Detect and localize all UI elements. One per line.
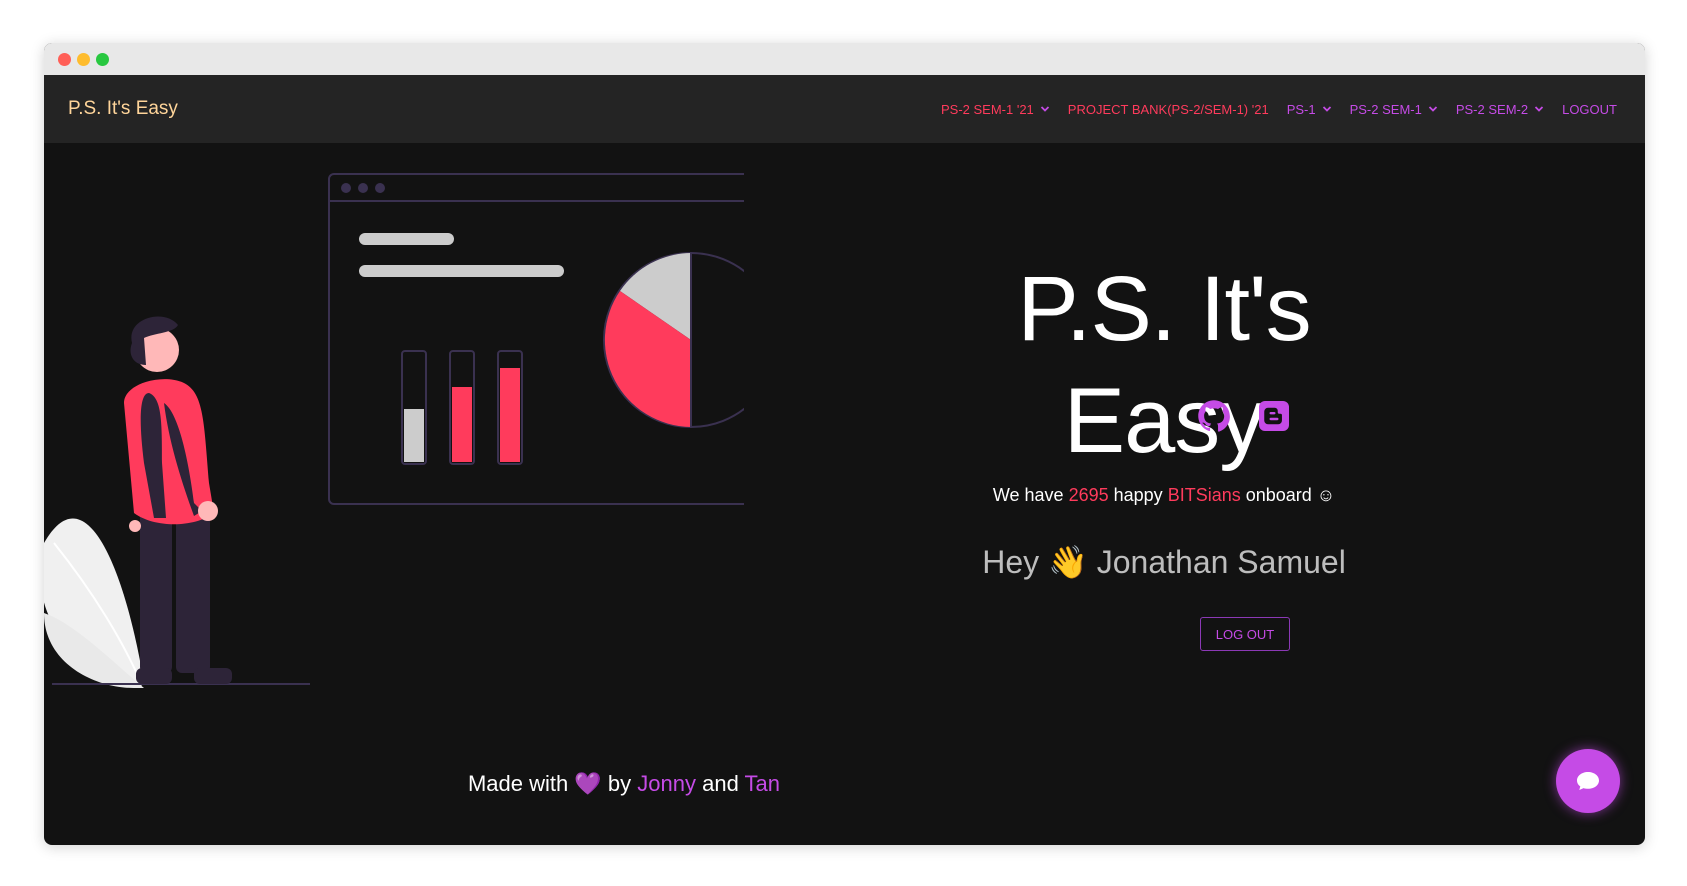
nav-item-label: PS-2 SEM-1 — [1349, 101, 1422, 117]
stats-prefix: We have — [992, 485, 1064, 505]
nav-item-ps1[interactable]: PS-1 — [1287, 102, 1332, 117]
social-links — [1196, 398, 1292, 434]
chevron-down-icon — [1534, 106, 1544, 112]
nav-item-ps2-sem2[interactable]: PS-2 SEM-2 — [1456, 102, 1544, 117]
browser-window: P.S. It's Easy PS-2 SEM-1 '21 PROJECT BA… — [44, 43, 1645, 845]
nav-item-ps2-sem1-21[interactable]: PS-2 SEM-1 '21 — [941, 102, 1050, 117]
minimize-window-button[interactable] — [77, 53, 90, 66]
nav-item-label: PS-2 SEM-1 '21 — [940, 101, 1034, 117]
nav-item-label: PS-1 — [1286, 101, 1316, 117]
greeting-hey: Hey — [982, 544, 1040, 580]
close-window-button[interactable] — [58, 53, 71, 66]
user-count-text: We have 2695 happy BITSians onboard ☺ — [914, 485, 1414, 506]
github-icon[interactable] — [1196, 398, 1232, 434]
footer-by: by — [607, 771, 632, 796]
user-name: Jonathan Samuel — [1096, 544, 1346, 580]
footer-credits: Made with 💜 by Jonny and Tan — [44, 771, 1204, 797]
user-count: 2695 — [1068, 485, 1109, 505]
footer-made-with: Made with — [467, 771, 569, 796]
logout-button[interactable]: LOG OUT — [1200, 617, 1290, 651]
stats-middle: happy — [1113, 485, 1163, 505]
window-titlebar — [44, 43, 1645, 75]
navbar: P.S. It's Easy PS-2 SEM-1 '21 PROJECT BA… — [44, 75, 1645, 143]
chevron-down-icon — [1040, 106, 1049, 112]
dashboard-illustration — [44, 173, 744, 688]
nav-item-label: LOGOUT — [1562, 101, 1617, 117]
chat-button[interactable] — [1556, 749, 1620, 813]
maximize-window-button[interactable] — [96, 53, 109, 66]
nav-item-label: PROJECT BANK(PS-2/SEM-1) '21 — [1067, 101, 1269, 117]
footer-and: and — [702, 771, 739, 796]
chat-bubble-icon — [1577, 772, 1599, 790]
blogger-icon[interactable] — [1256, 398, 1292, 434]
nav-item-ps2-sem1[interactable]: PS-2 SEM-1 — [1350, 102, 1438, 117]
nav-item-logout[interactable]: LOGOUT — [1562, 102, 1617, 117]
wave-emoji-icon: 👋 — [1048, 544, 1088, 580]
nav-menu: PS-2 SEM-1 '21 PROJECT BANK(PS-2/SEM-1) … — [941, 75, 1617, 143]
user-greeting: Hey 👋 Jonathan Samuel — [914, 543, 1414, 581]
nav-item-project-bank[interactable]: PROJECT BANK(PS-2/SEM-1) '21 — [1068, 102, 1269, 117]
bitsians-label: BITSians — [1167, 485, 1241, 505]
author-link-tan[interactable]: Tan — [745, 771, 780, 796]
page-title: P.S. It's Easy — [1017, 258, 1311, 472]
nav-item-label: PS-2 SEM-2 — [1455, 101, 1529, 117]
author-link-jonny[interactable]: Jonny — [637, 771, 696, 796]
chevron-down-icon — [1428, 106, 1437, 112]
heart-icon: 💜 — [574, 771, 602, 796]
chevron-down-icon — [1322, 106, 1331, 112]
brand-link[interactable]: P.S. It's Easy — [68, 75, 178, 143]
stats-suffix: onboard ☺ — [1245, 485, 1336, 505]
